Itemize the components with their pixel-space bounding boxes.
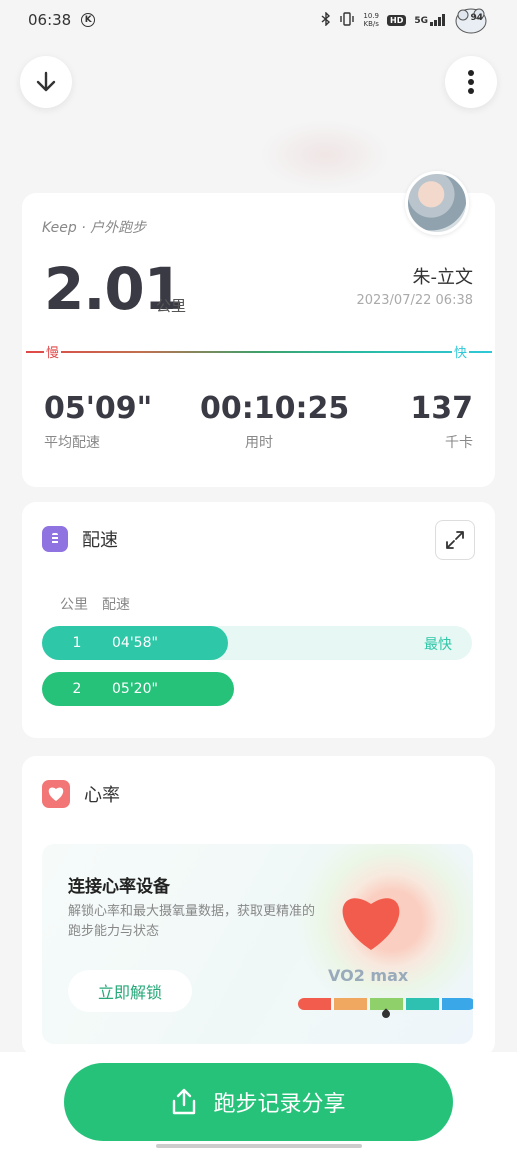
distance-unit: 公里 <box>156 297 187 315</box>
unlock-description: 解锁心率和最大摄氧量数据，获取更精准的跑步能力与状态 <box>68 904 316 939</box>
pace-card: 配速 公里 配速 1 04'58" 最快 2 05'20" <box>22 502 495 738</box>
battery-level: 94 <box>470 13 483 23</box>
pace-card-header: 配速 <box>42 526 118 552</box>
expand-icon <box>446 531 464 549</box>
share-run-button[interactable]: 跑步记录分享 <box>64 1063 453 1141</box>
run-date: 2023/07/22 06:38 <box>356 293 473 308</box>
net-speed: 10.9 KB/s <box>363 12 379 28</box>
unlock-title: 连接心率设备 <box>68 877 170 897</box>
home-indicator[interactable] <box>156 1144 362 1148</box>
arrow-down-icon <box>36 71 56 92</box>
pace-bar: 1 04'58" <box>42 626 228 660</box>
share-label: 跑步记录分享 <box>213 1092 346 1117</box>
fastest-label: 最快 <box>424 637 452 653</box>
vo2-scale-segment <box>298 998 331 1010</box>
connect-device-panel: VO2 max 连接心率设备 解锁心率和最大摄氧量数据，获取更精准的跑步能力与状… <box>42 844 473 1044</box>
heart-rate-title: 心率 <box>84 785 120 806</box>
hd-badge: HD <box>387 14 407 26</box>
fast-label: 快 <box>452 342 470 361</box>
stat-calories: 137 千卡 <box>410 391 473 452</box>
pace-value: 04'58" <box>112 635 158 651</box>
stat-label: 平均配速 <box>44 435 100 451</box>
battery-icon: 94 <box>453 5 489 35</box>
pace-icon <box>42 526 68 552</box>
signal-icon <box>430 14 445 26</box>
share-icon <box>173 1088 196 1115</box>
bluetooth-icon <box>321 10 331 29</box>
status-time: 06:38 <box>28 11 72 29</box>
stat-duration: 00:10:25 用时 <box>200 391 350 452</box>
pace-gradient-line <box>26 351 492 353</box>
stat-label: 用时 <box>245 435 273 451</box>
vo2-scale-segment <box>334 998 367 1010</box>
more-vertical-icon <box>468 70 474 94</box>
stat-value: 137 <box>410 391 473 426</box>
vo2-scale-segment <box>406 998 439 1010</box>
stat-label: 千卡 <box>445 435 473 451</box>
vo2-label: VO2 max <box>328 966 409 985</box>
user-name: 朱-立文 <box>412 267 474 288</box>
pace-row: 1 04'58" 最快 <box>42 626 472 660</box>
status-bar: 06:38 K 10.9 KB/s HD 5G 94 <box>0 0 517 40</box>
vo2-heart-icon <box>342 898 400 950</box>
pace-value: 05'20" <box>112 681 158 697</box>
stat-value: 05'09" <box>44 391 153 426</box>
vo2-scale-segment <box>442 998 473 1010</box>
vibrate-icon <box>339 11 355 29</box>
more-options-button[interactable] <box>445 56 497 108</box>
pace-km: 2 <box>72 681 82 697</box>
background-decoration <box>260 120 390 190</box>
avatar[interactable] <box>405 171 469 235</box>
unlock-button[interactable]: 立即解锁 <box>68 970 192 1012</box>
heart-rate-header: 心率 <box>42 780 120 808</box>
pace-km: 1 <box>72 635 82 651</box>
network-label: 5G <box>414 14 445 26</box>
stat-avg-pace: 05'09" 平均配速 <box>44 391 152 452</box>
download-button[interactable] <box>20 56 72 108</box>
run-summary-card: Keep · 户外跑步 2.01 公里 朱-立文 2023/07/22 06:3… <box>22 171 495 487</box>
pace-table-header: 公里 配速 <box>60 594 130 614</box>
k-icon: K <box>81 13 96 27</box>
column-pace: 配速 <box>102 597 130 613</box>
slow-label: 慢 <box>44 342 62 361</box>
heart-rate-card: 心率 VO2 max 连接心率设备 解锁心率和最大摄氧量数据，获取更精准的跑步能… <box>22 756 495 1056</box>
column-km: 公里 <box>60 597 88 613</box>
pace-card-title: 配速 <box>82 530 118 551</box>
stat-value: 00:10:25 <box>200 391 350 426</box>
run-type-label: Keep · 户外跑步 <box>42 220 147 236</box>
pace-bar: 2 05'20" <box>42 672 234 706</box>
heart-icon <box>42 780 70 808</box>
expand-button[interactable] <box>435 520 475 560</box>
pace-row: 2 05'20" <box>42 672 234 706</box>
